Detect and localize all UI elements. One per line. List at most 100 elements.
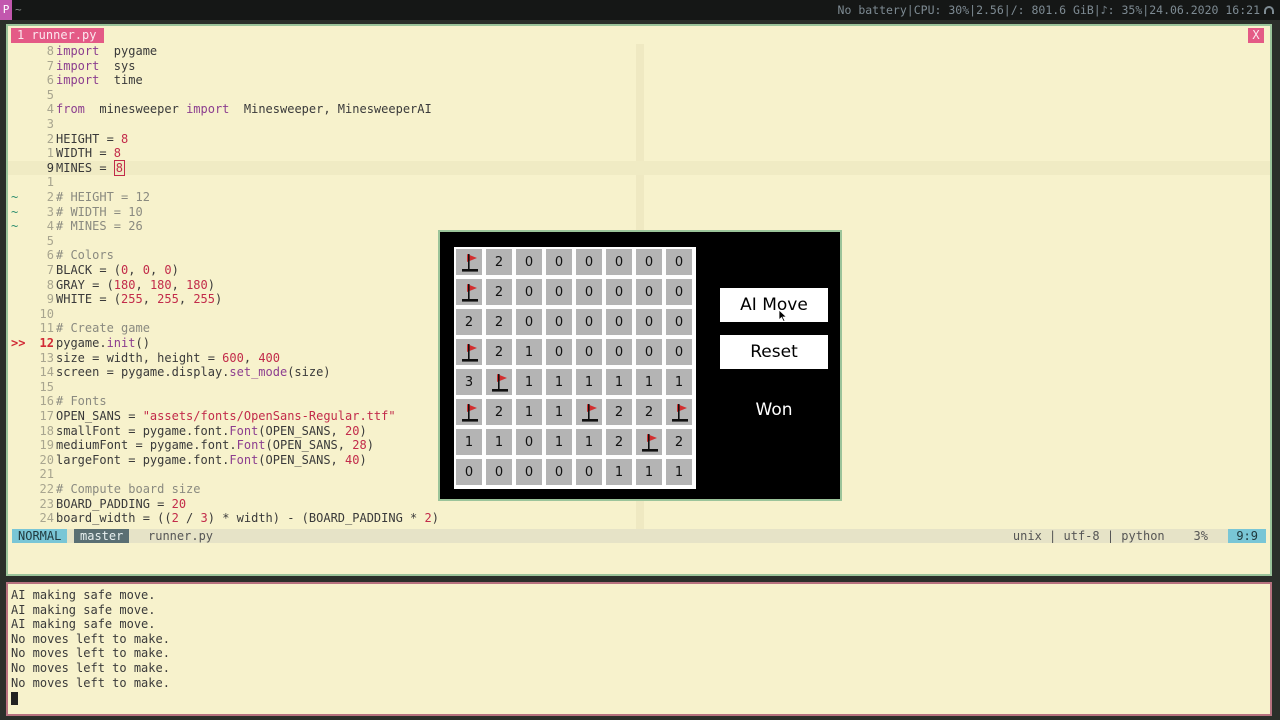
- workspace-indicator[interactable]: P: [0, 0, 12, 20]
- revealed-cell[interactable]: 0: [605, 338, 633, 366]
- game-board[interactable]: 2000000200000022000000210000031111112112…: [454, 247, 696, 489]
- revealed-cell[interactable]: 2: [605, 428, 633, 456]
- flagged-cell[interactable]: [665, 398, 693, 426]
- minesweeper-window[interactable]: 2000000200000022000000210000031111112112…: [438, 230, 842, 501]
- revealed-cell[interactable]: 1: [665, 368, 693, 396]
- code-token: 255: [193, 292, 215, 307]
- code-token: # Compute board size: [56, 482, 201, 496]
- revealed-cell[interactable]: 0: [665, 338, 693, 366]
- ai-move-button[interactable]: AI Move: [720, 288, 828, 322]
- revealed-cell[interactable]: 0: [545, 458, 573, 486]
- revealed-cell[interactable]: 0: [635, 278, 663, 306]
- revealed-cell[interactable]: 2: [485, 248, 513, 276]
- revealed-cell[interactable]: 2: [485, 308, 513, 336]
- output-terminal[interactable]: AI making safe move. AI making safe move.…: [6, 582, 1272, 716]
- code-token: ): [431, 511, 439, 526]
- revealed-cell[interactable]: 1: [545, 398, 573, 426]
- revealed-cell[interactable]: 0: [575, 248, 603, 276]
- workspace-indicator-2[interactable]: ~: [15, 0, 22, 20]
- revealed-cell[interactable]: 1: [545, 428, 573, 456]
- revealed-cell[interactable]: 2: [455, 308, 483, 336]
- code-token: ) * width) - (BOARD_PADDING *: [207, 511, 425, 526]
- flagged-cell[interactable]: [455, 278, 483, 306]
- revealed-cell[interactable]: 0: [665, 308, 693, 336]
- flagged-cell[interactable]: [635, 428, 663, 456]
- code-line[interactable]: 3: [8, 117, 1270, 132]
- volume-status: ♪: 35%: [1100, 3, 1143, 17]
- revealed-cell[interactable]: 1: [605, 368, 633, 396]
- code-line[interactable]: 7 import sys: [8, 59, 1270, 74]
- code-line[interactable]: 4 from minesweeper import Minesweeper, Mi…: [8, 102, 1270, 117]
- revealed-cell[interactable]: 0: [605, 248, 633, 276]
- revealed-cell[interactable]: 0: [635, 338, 663, 366]
- close-tab-button[interactable]: X: [1248, 28, 1264, 43]
- revealed-cell[interactable]: 2: [485, 398, 513, 426]
- revealed-cell[interactable]: 1: [665, 458, 693, 486]
- revealed-cell[interactable]: 1: [515, 398, 543, 426]
- revealed-cell[interactable]: 0: [635, 248, 663, 276]
- revealed-cell[interactable]: 1: [605, 458, 633, 486]
- revealed-cell[interactable]: 0: [575, 308, 603, 336]
- revealed-cell[interactable]: 0: [515, 308, 543, 336]
- revealed-cell[interactable]: 0: [515, 458, 543, 486]
- revealed-cell[interactable]: 1: [455, 428, 483, 456]
- revealed-cell[interactable]: 0: [605, 278, 633, 306]
- revealed-cell[interactable]: 1: [635, 368, 663, 396]
- code-line[interactable]: ~3 # WIDTH = 10: [8, 205, 1270, 220]
- revealed-cell[interactable]: 1: [515, 338, 543, 366]
- tab-runner-py[interactable]: 1 runner.py: [11, 28, 105, 43]
- revealed-cell[interactable]: 2: [665, 428, 693, 456]
- revealed-cell[interactable]: 0: [575, 278, 603, 306]
- revealed-cell[interactable]: 0: [485, 458, 513, 486]
- vim-statusline: NORMAL master runner.py unix | utf-8 | p…: [12, 529, 1266, 543]
- revealed-cell[interactable]: 1: [545, 368, 573, 396]
- output-line: No moves left to make.: [11, 631, 170, 646]
- code-token: 2: [424, 511, 432, 526]
- code-line[interactable]: 8 import pygame: [8, 44, 1270, 59]
- revealed-cell[interactable]: 0: [515, 428, 543, 456]
- flagged-cell[interactable]: [455, 398, 483, 426]
- code-token: pygame.: [56, 336, 107, 350]
- revealed-cell[interactable]: 0: [545, 248, 573, 276]
- revealed-cell[interactable]: 2: [485, 338, 513, 366]
- code-line[interactable]: 2 HEIGHT = 8: [8, 132, 1270, 147]
- revealed-cell[interactable]: 0: [575, 458, 603, 486]
- revealed-cell[interactable]: 2: [605, 398, 633, 426]
- revealed-cell[interactable]: 0: [455, 458, 483, 486]
- code-line[interactable]: ~2 # HEIGHT = 12: [8, 190, 1270, 205]
- code-line[interactable]: 1 WIDTH = 8: [8, 146, 1270, 161]
- flagged-cell[interactable]: [485, 368, 513, 396]
- code-line[interactable]: 9 MINES = 8: [8, 159, 1270, 176]
- revealed-cell[interactable]: 0: [545, 308, 573, 336]
- code-token: ,: [178, 292, 194, 307]
- flagged-cell[interactable]: [455, 338, 483, 366]
- revealed-cell[interactable]: 0: [575, 338, 603, 366]
- code-line[interactable]: 1: [8, 175, 1270, 190]
- line-number: 4: [46, 219, 54, 234]
- code-text: mediumFont = pygame.font.Font(OPEN_SANS,…: [56, 438, 374, 453]
- revealed-cell[interactable]: 0: [635, 308, 663, 336]
- revealed-cell[interactable]: 0: [515, 278, 543, 306]
- revealed-cell[interactable]: 1: [575, 428, 603, 456]
- code-line[interactable]: 5: [8, 88, 1270, 103]
- file-info: unix | utf-8 | python 3%: [1012, 529, 1208, 543]
- revealed-cell[interactable]: 0: [665, 248, 693, 276]
- revealed-cell[interactable]: 1: [515, 368, 543, 396]
- code-line[interactable]: 24 board_width = ((2 / 3) * width) - (BOA…: [8, 511, 1270, 526]
- flagged-cell[interactable]: [575, 398, 603, 426]
- revealed-cell[interactable]: 1: [485, 428, 513, 456]
- code-line[interactable]: 6 import time: [8, 73, 1270, 88]
- code-text: MINES = 8: [56, 159, 126, 176]
- flagged-cell[interactable]: [455, 248, 483, 276]
- revealed-cell[interactable]: 0: [665, 278, 693, 306]
- revealed-cell[interactable]: 3: [455, 368, 483, 396]
- revealed-cell[interactable]: 0: [545, 278, 573, 306]
- revealed-cell[interactable]: 1: [635, 458, 663, 486]
- revealed-cell[interactable]: 0: [515, 248, 543, 276]
- revealed-cell[interactable]: 2: [485, 278, 513, 306]
- revealed-cell[interactable]: 2: [635, 398, 663, 426]
- revealed-cell[interactable]: 1: [575, 368, 603, 396]
- reset-button[interactable]: Reset: [720, 335, 828, 369]
- revealed-cell[interactable]: 0: [545, 338, 573, 366]
- revealed-cell[interactable]: 0: [605, 308, 633, 336]
